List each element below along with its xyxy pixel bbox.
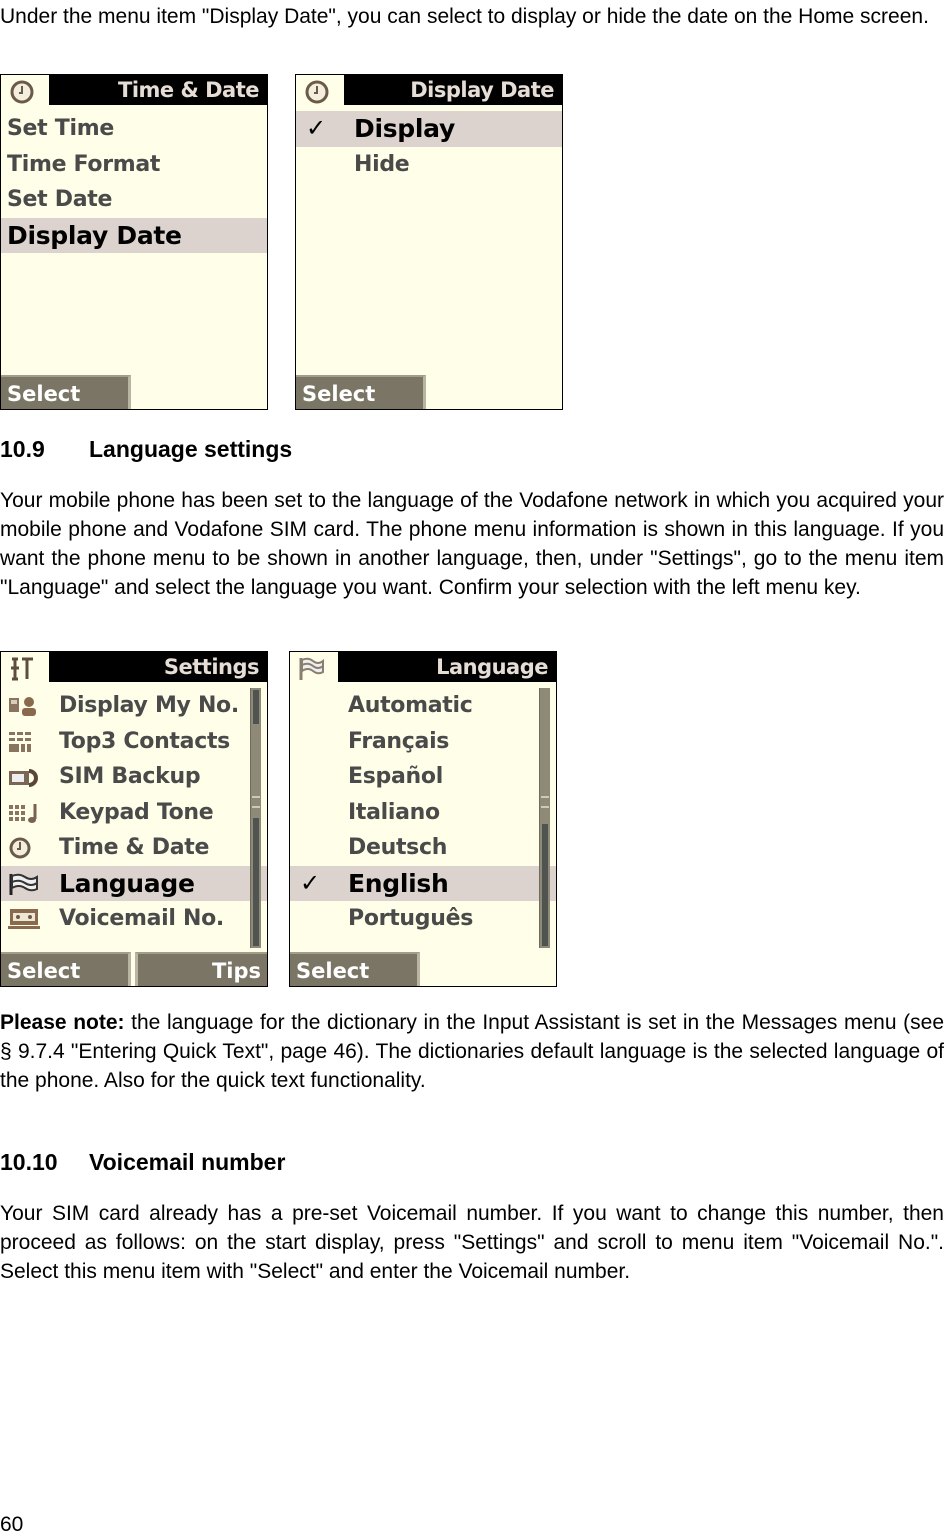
- screenshot-time-date-menu: Time & Date Set Time Time Format Set Dat…: [0, 74, 268, 410]
- scrollbar[interactable]: [250, 688, 261, 948]
- menu-item-time-format[interactable]: Time Format: [1, 147, 267, 183]
- option-deutsch[interactable]: Deutsch: [290, 830, 556, 866]
- page-number: 60: [0, 1513, 24, 1536]
- option-display[interactable]: ✓ Display: [296, 111, 562, 147]
- flag-icon: [299, 657, 324, 680]
- menu-item-top3-contacts[interactable]: Top3 Contacts: [1, 724, 267, 760]
- clock-icon: [9, 837, 31, 859]
- option-espanol[interactable]: Español: [290, 759, 556, 795]
- note-label: Please note:: [0, 1011, 125, 1034]
- menu-list: Set Time Time Format Set Date Display Da…: [1, 111, 267, 253]
- screenshot-settings-menu: Settings Display My No. Top3 Contacts SI…: [0, 651, 268, 987]
- contacts-grid-icon: [9, 731, 31, 752]
- phone-person-icon: [9, 697, 36, 716]
- voicemail-paragraph: Your SIM card already has a pre-set Voic…: [0, 1202, 944, 1283]
- screenshot-language-options: Language Automatic Français Español Ital…: [289, 651, 557, 987]
- screen-title: Display Date: [344, 75, 562, 105]
- menu-item-set-date[interactable]: Set Date: [1, 182, 267, 218]
- softkey-select[interactable]: Select: [1, 375, 131, 409]
- screen-title: Time & Date: [49, 75, 267, 105]
- check-icon: ✓: [300, 868, 320, 897]
- section-heading-language: 10.9 Language settings: [0, 436, 293, 462]
- menu-item-display-date[interactable]: Display Date: [1, 217, 267, 253]
- softkey-tips[interactable]: Tips: [135, 952, 267, 986]
- menu-list: Display My No. Top3 Contacts SIM Backup …: [1, 688, 267, 937]
- menu-item-sim-backup[interactable]: SIM Backup: [1, 759, 267, 795]
- clock-icon: [305, 80, 329, 104]
- menu-item-language[interactable]: Language: [1, 865, 267, 901]
- option-hide[interactable]: Hide: [296, 147, 562, 183]
- screen-header: Settings: [1, 652, 267, 686]
- language-paragraph: Your mobile phone has been set to the la…: [0, 489, 944, 599]
- screen-header: Language: [290, 652, 556, 686]
- menu-item-display-my-no[interactable]: Display My No.: [1, 688, 267, 724]
- screen-header: Time & Date: [1, 75, 267, 109]
- option-automatic[interactable]: Automatic: [290, 688, 556, 724]
- screenshot-display-date-options: Display Date ✓ Display Hide Select: [295, 74, 563, 410]
- intro-paragraph: Under the menu item "Display Date", you …: [0, 5, 929, 28]
- keypad-note-icon: [9, 803, 37, 823]
- flag-icon: [9, 873, 38, 895]
- scrollbar[interactable]: [539, 688, 550, 948]
- check-icon: ✓: [306, 114, 326, 142]
- option-list: ✓ Display Hide: [296, 111, 562, 182]
- softkey-select[interactable]: Select: [296, 375, 426, 409]
- menu-item-set-time[interactable]: Set Time: [1, 111, 267, 147]
- screen-header: Display Date: [296, 75, 562, 109]
- sim-backup-icon: [9, 769, 38, 787]
- voicemail-tape-icon: [8, 909, 40, 929]
- screen-title: Settings: [49, 652, 267, 682]
- menu-item-voicemail-no[interactable]: Voicemail No.: [1, 901, 267, 937]
- option-italiano[interactable]: Italiano: [290, 795, 556, 831]
- option-list: Automatic Français Español Italiano Deut…: [290, 688, 556, 937]
- menu-item-time-date[interactable]: Time & Date: [1, 830, 267, 866]
- option-portugues[interactable]: Português: [290, 901, 556, 937]
- option-francais[interactable]: Français: [290, 724, 556, 760]
- softkey-select[interactable]: Select: [1, 952, 131, 986]
- menu-item-keypad-tone[interactable]: Keypad Tone: [1, 795, 267, 831]
- note-paragraph: Please note: the language for the dictio…: [0, 1011, 944, 1092]
- screen-title: Language: [338, 652, 556, 682]
- tools-icon: [11, 657, 33, 681]
- option-english[interactable]: ✓ English: [290, 865, 556, 901]
- softkey-select[interactable]: Select: [290, 952, 420, 986]
- clock-icon: [10, 80, 34, 104]
- section-heading-voicemail: 10.10 Voicemail number: [0, 1149, 286, 1175]
